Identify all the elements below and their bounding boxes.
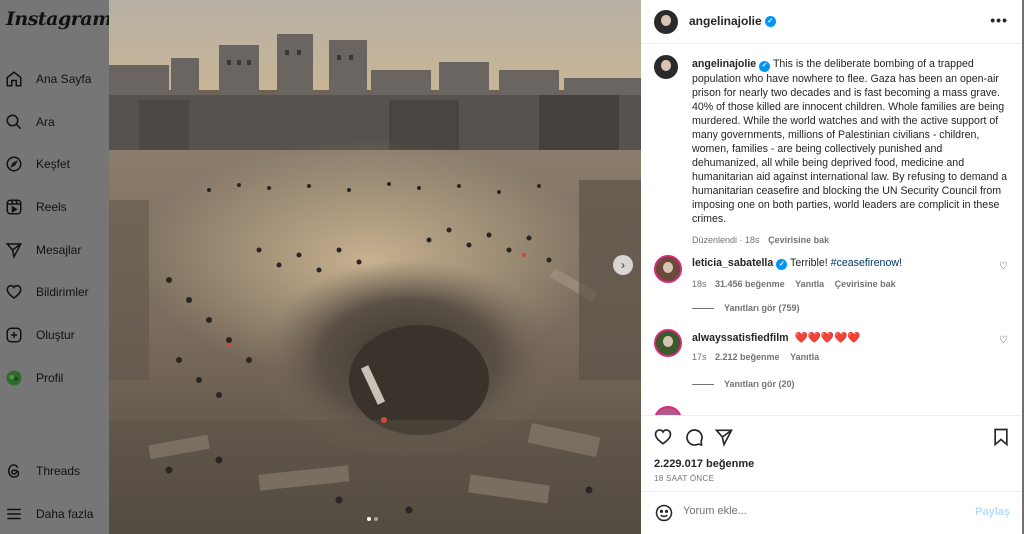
save-bookmark-icon[interactable] [991,427,1013,449]
commenter-avatar[interactable] [654,329,682,357]
reply-button[interactable]: Yanıtla [790,352,819,362]
compass-icon [4,154,24,174]
view-replies-label: Yanıtları gör (20) [724,379,795,389]
sidebar-item-label: Oluştur [36,328,75,342]
comment-text: ❤️❤️❤️❤️❤️ [794,332,861,344]
post-timestamp: 18 SAAT ÖNCE [654,474,715,483]
sidebar-item-label: Ara [36,115,55,129]
menu-icon [4,504,24,524]
sidebar-item-label: Daha fazla [36,507,94,521]
post-like-count[interactable]: 2.229.017 beğenme [654,458,754,470]
hashtag-link[interactable]: #ceasefirenow! [831,257,902,269]
sidebar-item-home[interactable]: Ana Sayfa [4,66,108,92]
comment-age: 17s [692,352,707,362]
chevron-right-icon: › [621,258,625,272]
carousel-dot [374,517,378,521]
like-heart-icon[interactable] [653,427,675,449]
reply-button[interactable]: Yanıtla [795,279,824,289]
author-avatar[interactable] [654,10,678,34]
sidebar-item-threads[interactable]: Threads [4,458,108,484]
send-icon [4,240,24,260]
caption-username[interactable]: angelinajolie [692,58,756,70]
comments-section[interactable]: angelinajolie ✓ This is the deliberate bo… [641,45,1022,415]
post-header: angelinajolie ✓ ••• [641,0,1022,44]
post-actions: 2.229.017 beğenme 18 SAAT ÖNCE [641,415,1022,491]
comment-icon[interactable] [684,427,706,449]
view-replies-label: Yanıtları gör (759) [724,303,800,313]
view-replies-button[interactable]: Yanıtları gör (20) [692,379,795,389]
carousel-dot [367,517,371,521]
more-horizontal-icon[interactable]: ••• [990,12,1008,28]
sidebar-item-explore[interactable]: Keşfet [4,151,108,177]
home-icon [4,69,24,89]
sidebar: Instagram Ana Sayfa Ara Keşfet Reels Mes… [0,0,112,534]
comment-likes[interactable]: 31.456 beğenme [715,279,785,289]
plus-square-icon [4,325,24,345]
edited-label: Düzenlendi [692,234,738,245]
commenter-username[interactable]: alwayssatisfiedfilm [692,332,789,344]
sidebar-item-more[interactable]: Daha fazla [4,501,108,527]
verified-badge-icon: ✓ [776,258,788,270]
view-replies-button[interactable]: Yanıtları gör (759) [692,303,800,313]
share-send-icon[interactable] [714,427,736,449]
sidebar-item-label: Reels [36,200,67,214]
commenter-avatar[interactable] [654,255,682,283]
like-comment-heart-icon[interactable]: ♡ [999,261,1008,272]
sidebar-item-profile[interactable]: Profil [4,365,108,391]
profile-avatar [4,368,24,388]
sidebar-item-messages[interactable]: Mesajlar [4,237,108,263]
caption-text: This is the deliberate bombing of a trap… [692,58,1008,226]
sidebar-item-label: Threads [36,464,81,478]
sidebar-item-label: Keşfet [36,157,71,171]
sidebar-item-search[interactable]: Ara [4,109,108,135]
sidebar-item-label: Ana Sayfa [36,72,92,86]
author-avatar[interactable] [654,55,678,79]
commenter-username[interactable]: leticia_sabatella [692,257,773,269]
next-photo-button[interactable]: › [613,255,633,275]
comment-input[interactable] [683,505,963,517]
translate-link[interactable]: Çevirisine bak [835,279,896,289]
post-photo[interactable] [109,0,641,534]
reels-icon [4,197,24,217]
instagram-logo[interactable]: Instagram [6,8,112,30]
post-comment-button[interactable]: Paylaş [975,506,1010,518]
add-comment-bar: Paylaş [641,491,1022,534]
author-username[interactable]: angelinajolie ✓ [689,14,776,28]
translate-link[interactable]: Çevirisine bak [768,235,829,245]
comment-text: Terrible! [790,257,831,269]
rubble-scene-image [109,0,641,534]
verified-badge-icon: ✓ [764,15,776,27]
heart-icon [4,282,24,302]
emoji-icon[interactable] [654,503,674,523]
post-panel: angelinajolie ✓ ••• angelinajolie ✓ This … [641,0,1022,534]
caption-age: 18s [745,234,760,245]
sidebar-item-reels[interactable]: Reels [4,194,108,220]
sidebar-item-label: Profil [36,371,64,385]
comment-age: 18s [692,278,707,289]
threads-icon [4,461,24,481]
commenter-avatar[interactable] [654,406,682,415]
search-icon [4,112,24,132]
sidebar-item-label: Bildirimler [36,285,89,299]
sidebar-item-notifications[interactable]: Bildirimler [4,279,108,305]
sidebar-item-create[interactable]: Oluştur [4,322,108,348]
sidebar-item-label: Mesajlar [36,243,82,257]
comment-likes[interactable]: 2.212 beğenme [715,352,780,362]
like-comment-heart-icon[interactable]: ♡ [999,335,1008,346]
carousel-indicator [367,517,378,521]
verified-badge-icon: ✓ [759,60,771,72]
